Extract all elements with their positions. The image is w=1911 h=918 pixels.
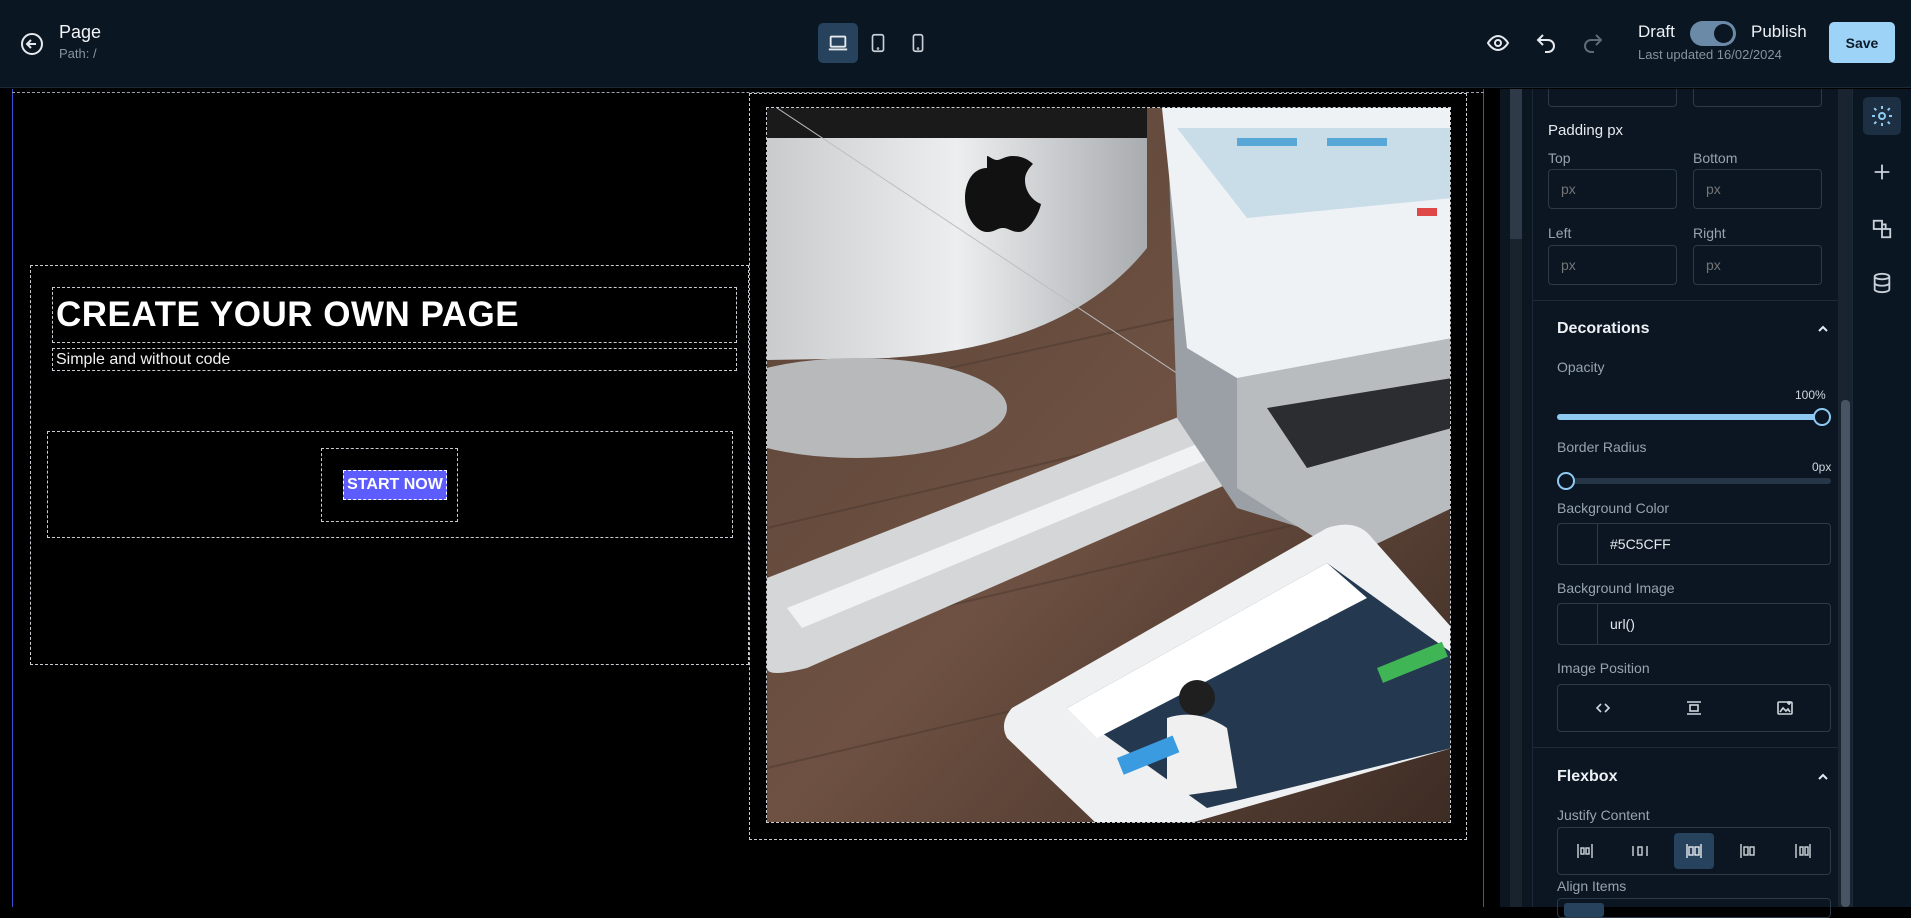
decorations-title[interactable]: Decorations [1557,320,1649,338]
section-divider-2 [1532,747,1838,748]
image-position-label: Image Position [1557,660,1650,676]
preview-eye-icon[interactable] [1483,28,1513,58]
flexbox-title[interactable]: Flexbox [1557,768,1617,786]
redo-icon[interactable] [1578,28,1608,58]
desktop-view-icon[interactable] [818,23,858,63]
save-button[interactable]: Save [1829,22,1895,63]
justify-content-label: Justify Content [1557,807,1650,823]
image-position-group [1557,684,1831,732]
start-now-button[interactable]: START NOW [343,470,447,500]
background-image-swatch[interactable] [1558,604,1598,644]
border-radius-slider-handle[interactable] [1557,472,1575,490]
inspector-scrollbar-thumb[interactable] [1841,400,1850,907]
border-radius-label: Border Radius [1557,439,1647,455]
padding-top-label: Top [1548,150,1571,166]
mobile-view-icon[interactable] [898,23,938,63]
justify-end-icon[interactable] [1783,833,1823,869]
opacity-value: 100% [1795,388,1826,402]
draft-label: Draft [1638,22,1675,41]
chevron-up-icon[interactable] [1816,322,1830,336]
border-radius-value: 0px [1812,460,1832,474]
background-image-label: Background Image [1557,580,1675,596]
device-switcher [818,23,938,63]
shapes-layers-icon[interactable] [1863,210,1901,248]
padding-bottom-input[interactable] [1693,169,1822,209]
align-center-vertical-icon[interactable] [1674,690,1714,726]
opacity-slider-fill [1557,414,1831,420]
laptop-desk-photo [767,108,1450,822]
justify-space-between-icon[interactable] [1673,833,1714,869]
justify-space-around-icon[interactable] [1728,833,1768,869]
add-plus-icon[interactable] [1863,153,1901,191]
page-path: Path: / [59,46,97,61]
section-divider [1532,300,1838,301]
hero-subheading[interactable]: Simple and without code [56,351,230,369]
margin-right-input[interactable] [1693,89,1822,107]
hero-heading[interactable]: CREATE YOUR OWN PAGE [56,295,519,335]
settings-gear-icon[interactable] [1863,97,1901,135]
subheading-block[interactable]: Simple and without code [52,348,737,371]
background-image-value[interactable]: url() [1610,616,1635,632]
scrollbar-thumb[interactable] [1510,89,1522,239]
justify-content-group [1557,827,1831,875]
align-items-label: Align Items [1557,878,1627,894]
image-upload-icon[interactable] [1765,690,1805,726]
padding-left-input[interactable] [1548,245,1677,285]
tools-rail [1852,89,1911,907]
padding-left-label: Left [1548,225,1572,241]
background-color-label: Background Color [1557,500,1670,516]
toggle-knob [1714,24,1733,43]
back-arrow-icon[interactable] [18,30,46,58]
opacity-slider-handle[interactable] [1813,408,1831,426]
padding-label: Padding px [1548,122,1624,139]
padding-right-label: Right [1693,225,1726,241]
page-title: Page [59,22,102,42]
margin-bottom-input[interactable] [1548,89,1677,107]
background-color-field[interactable]: #5C5CFF [1557,523,1831,565]
background-image-field[interactable]: url() [1557,603,1831,645]
align-items-group[interactable] [1557,898,1831,918]
canvas-scrollbar[interactable] [1500,89,1532,907]
background-color-value[interactable]: #5C5CFF [1610,536,1671,552]
hero-image[interactable] [766,107,1451,823]
editor-canvas[interactable]: CREATE YOUR OWN PAGE Simple and without … [0,89,1500,907]
opacity-label: Opacity [1557,359,1605,375]
padding-top-input[interactable] [1548,169,1677,209]
justify-center-icon[interactable] [1620,833,1660,869]
heading-block[interactable]: CREATE YOUR OWN PAGE [52,287,737,343]
padding-bottom-label: Bottom [1693,150,1738,166]
chevron-up-icon[interactable] [1816,770,1830,784]
padding-right-input[interactable] [1693,245,1822,285]
code-brackets-icon[interactable] [1583,690,1623,726]
justify-start-icon[interactable] [1565,833,1605,869]
database-icon[interactable] [1863,264,1901,302]
undo-icon[interactable] [1531,28,1561,58]
align-items-active[interactable] [1564,903,1604,917]
border-radius-slider-track[interactable] [1557,478,1831,484]
publish-toggle[interactable] [1690,21,1736,46]
top-bar: Page Path: / Draft Publish Last updated … [0,0,1911,88]
last-updated: Last updated 16/02/2024 [1638,47,1782,62]
tablet-view-icon[interactable] [858,23,898,63]
publish-label: Publish [1751,22,1807,41]
background-color-swatch[interactable] [1558,524,1598,564]
